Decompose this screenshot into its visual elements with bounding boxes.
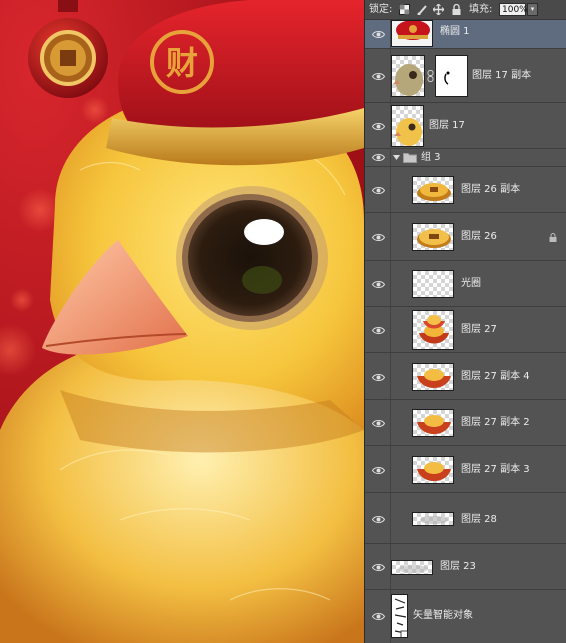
document-canvas[interactable]: 财 bbox=[0, 0, 364, 643]
visibility-eye-icon[interactable] bbox=[372, 373, 385, 382]
layer-thumbnail-chick bbox=[391, 55, 425, 97]
row-separator bbox=[390, 307, 391, 352]
layer-row-layer-26[interactable]: 图层 26 bbox=[365, 213, 566, 261]
layer-name: 图层 27 副本 4 bbox=[461, 371, 530, 382]
visibility-eye-icon[interactable] bbox=[372, 72, 385, 81]
row-separator bbox=[390, 400, 391, 445]
layer-row-layer-27-copy-4[interactable]: 图层 27 副本 4 bbox=[365, 353, 566, 400]
visibility-eye-icon[interactable] bbox=[372, 122, 385, 131]
lock-position-icon[interactable] bbox=[433, 4, 444, 15]
lock-transparent-pixels-icon[interactable] bbox=[399, 4, 410, 15]
visibility-eye-icon[interactable] bbox=[372, 153, 385, 162]
layer-name: 图层 23 bbox=[440, 561, 476, 572]
layer-row-layer-28[interactable]: 图层 28 bbox=[365, 493, 566, 544]
layer-row-ellipse-1[interactable]: 椭圆 1 bbox=[365, 20, 566, 49]
row-separator bbox=[390, 493, 391, 543]
layer-name: 组 3 bbox=[421, 152, 441, 163]
layer-thumbnail-smart-object bbox=[391, 594, 408, 638]
visibility-eye-icon[interactable] bbox=[372, 419, 385, 428]
visibility-eye-icon[interactable] bbox=[372, 280, 385, 289]
fill-label: 填充: bbox=[469, 4, 493, 15]
canvas-artwork: 财 bbox=[0, 0, 364, 643]
layer-name: 图层 27 副本 2 bbox=[461, 417, 530, 428]
layer-thumbnail-gold-ingot bbox=[412, 363, 454, 391]
visibility-eye-icon[interactable] bbox=[372, 30, 385, 39]
layer-row-layer-27[interactable]: 图层 27 bbox=[365, 307, 566, 353]
fill-opacity-input[interactable]: 100% bbox=[499, 3, 528, 16]
layer-mask-thumbnail bbox=[435, 55, 468, 97]
layer-row-layer-17[interactable]: 图层 17 bbox=[365, 103, 566, 149]
visibility-eye-icon[interactable] bbox=[372, 612, 385, 621]
layer-thumbnail-transparent bbox=[412, 270, 454, 298]
layer-row-layer-27-copy-3[interactable]: 图层 27 副本 3 bbox=[365, 446, 566, 493]
visibility-eye-icon[interactable] bbox=[372, 515, 385, 524]
layer-group-3[interactable]: 组 3 bbox=[365, 149, 566, 167]
fill-dropdown-button[interactable]: ▾ bbox=[527, 3, 538, 16]
visibility-eye-icon[interactable] bbox=[372, 186, 385, 195]
layer-row-layer-27-copy-2[interactable]: 图层 27 副本 2 bbox=[365, 400, 566, 446]
visibility-eye-icon[interactable] bbox=[372, 466, 385, 475]
layer-thumbnail-faint-shape bbox=[412, 512, 454, 526]
visibility-eye-icon[interactable] bbox=[372, 326, 385, 335]
layer-name: 椭圆 1 bbox=[440, 26, 470, 37]
group-expand-triangle-icon[interactable] bbox=[393, 154, 400, 161]
layer-thumbnail-red-cap bbox=[391, 20, 433, 47]
layer-row-layer-17-copy[interactable]: 图层 17 副本 bbox=[365, 49, 566, 103]
lock-label: 锁定: bbox=[369, 4, 393, 15]
layer-name: 图层 28 bbox=[461, 514, 497, 525]
layer-row-halo[interactable]: 光圈 bbox=[365, 261, 566, 307]
lock-bar: 锁定: 填充: 100% ▾ bbox=[365, 0, 566, 20]
layer-thumbnail-faint-shape bbox=[391, 560, 433, 575]
lock-image-pixels-icon[interactable] bbox=[417, 4, 428, 15]
layer-thumbnail-gold-ingot bbox=[412, 409, 454, 437]
layer-row-layer-23[interactable]: 图层 23 bbox=[365, 544, 566, 590]
layer-name: 图层 26 副本 bbox=[461, 184, 521, 195]
layer-thumbnail-chick bbox=[391, 105, 424, 147]
layer-thumbnail-gold-ingot-stack bbox=[412, 310, 454, 350]
layer-name: 图层 27 副本 3 bbox=[461, 464, 530, 475]
layer-thumbnail-gold-coin bbox=[412, 223, 454, 251]
lock-all-icon[interactable] bbox=[451, 4, 462, 15]
layers-panel: 锁定: 填充: 100% ▾ 椭圆 1 图层 17 副本 图层 17 组 3 图… bbox=[364, 0, 566, 643]
layer-name: 矢量智能对象 bbox=[413, 610, 473, 621]
layer-name: 光圈 bbox=[461, 278, 481, 289]
layer-thumbnail-gold-coins bbox=[412, 176, 454, 204]
layer-mask-link-icon[interactable] bbox=[427, 70, 434, 82]
row-separator bbox=[390, 261, 391, 306]
layer-name: 图层 27 bbox=[461, 324, 497, 335]
row-separator bbox=[390, 167, 391, 212]
layer-row-layer-26-copy[interactable]: 图层 26 副本 bbox=[365, 167, 566, 213]
visibility-eye-icon[interactable] bbox=[372, 233, 385, 242]
layer-name: 图层 17 副本 bbox=[472, 70, 532, 81]
layer-thumbnail-gold-ingot bbox=[412, 456, 454, 484]
visibility-eye-icon[interactable] bbox=[372, 563, 385, 572]
row-separator bbox=[390, 353, 391, 399]
row-separator bbox=[390, 446, 391, 492]
layer-name: 图层 17 bbox=[429, 120, 465, 131]
row-separator bbox=[390, 149, 391, 166]
svg-text:财: 财 bbox=[166, 44, 198, 82]
layer-lock-icon bbox=[549, 233, 557, 242]
folder-icon bbox=[403, 153, 417, 163]
layer-row-vector-smart-object[interactable]: 矢量智能对象 bbox=[365, 590, 566, 643]
row-separator bbox=[390, 213, 391, 260]
layer-name: 图层 26 bbox=[461, 231, 497, 242]
